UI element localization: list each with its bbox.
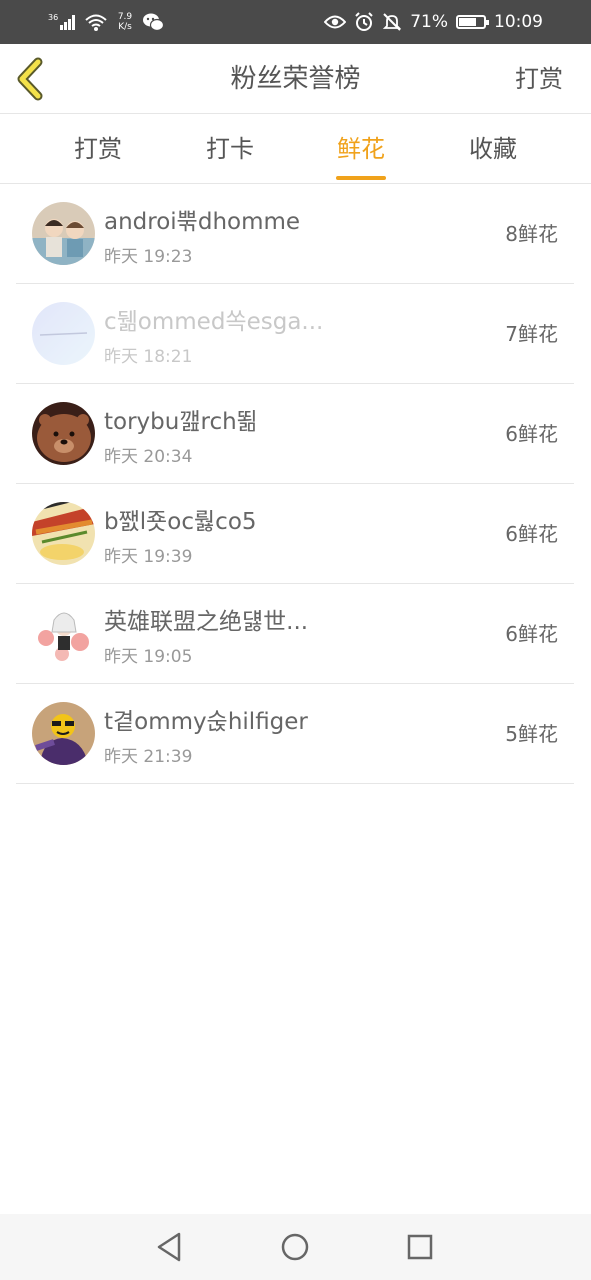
recents-square-icon (407, 1234, 433, 1260)
tab-label: 打卡 (206, 135, 254, 163)
mute-bell-icon (383, 13, 402, 31)
chevron-left-icon (17, 57, 43, 101)
avatar[interactable] (32, 302, 95, 365)
net-speed-unit: K/s (118, 22, 132, 32)
list-item[interactable]: c뒒ommed쏙esga... 昨天 18:21 7鲜花 (16, 284, 574, 384)
wifi-icon (85, 14, 107, 31)
ranking-list: androi뿎dhomme 昨天 19:23 8鲜花 c뒒ommed쏙esga.… (16, 184, 574, 784)
list-item[interactable]: torybu깶rch뙮 昨天 20:34 6鲜花 (16, 384, 574, 484)
tab-label: 打赏 (74, 135, 122, 163)
timestamp: 昨天 18:21 (104, 347, 193, 367)
tab-flowers[interactable]: 鲜花 (311, 114, 411, 184)
tab-reward[interactable]: 打赏 (48, 114, 148, 184)
avatar[interactable] (32, 602, 95, 665)
battery-percent: 71% (410, 12, 448, 32)
net-speed: 7.9 K/s (114, 12, 136, 32)
system-nav-bar (0, 1214, 591, 1280)
tab-bar: 打赏 打卡 鲜花 收藏 (0, 114, 591, 184)
wechat-icon (143, 13, 164, 32)
flower-count: 7鲜花 (505, 322, 558, 346)
nav-recents-button[interactable] (400, 1228, 440, 1266)
tab-label: 收藏 (469, 135, 517, 163)
list-item[interactable]: androi뿎dhomme 昨天 19:23 8鲜花 (16, 184, 574, 284)
flower-count: 6鲜花 (505, 422, 558, 446)
tab-label: 鲜花 (337, 135, 385, 163)
nav-back-button[interactable] (150, 1228, 190, 1266)
eye-icon (324, 15, 347, 29)
signal-label: 36 (48, 13, 58, 22)
reward-button[interactable]: 打赏 (515, 44, 563, 114)
user-name: c뒒ommed쏙esga... (104, 309, 324, 335)
list-item[interactable]: b쨄l죳oc뤓co5 昨天 19:39 6鲜花 (16, 484, 574, 584)
page-title: 粉丝荣誉榜 (230, 64, 361, 94)
status-left: 36 7.9 K/s (48, 8, 164, 36)
flower-count: 8鲜花 (505, 222, 558, 246)
tab-favorites[interactable]: 收藏 (443, 114, 543, 184)
user-name: 英雄联盟之绝덇世... (104, 609, 309, 635)
avatar[interactable] (32, 202, 95, 265)
timestamp: 昨天 19:39 (104, 547, 193, 567)
status-right: 71% 10:09 (324, 8, 543, 36)
avatar[interactable] (32, 702, 95, 765)
timestamp: 昨天 19:05 (104, 647, 193, 667)
user-name: torybu깶rch뙮 (104, 409, 258, 435)
user-name: b쨄l죳oc뤓co5 (104, 509, 257, 535)
clock: 10:09 (494, 12, 543, 32)
user-name: t곁ommy숝hilfiger (104, 709, 308, 735)
alarm-icon (355, 12, 373, 31)
nav-home-button[interactable] (275, 1228, 315, 1266)
home-circle-icon (281, 1233, 309, 1261)
back-triangle-icon (157, 1232, 181, 1262)
timestamp: 昨天 21:39 (104, 747, 193, 767)
back-button[interactable] (12, 56, 52, 102)
user-name: androi뿎dhomme (104, 209, 301, 235)
flower-count: 5鲜花 (505, 722, 558, 746)
list-item[interactable]: t곁ommy숝hilfiger 昨天 21:39 5鲜花 (16, 684, 574, 784)
net-speed-value: 7.9 (117, 12, 133, 22)
active-tab-indicator (336, 176, 386, 180)
battery-icon (456, 15, 489, 29)
tab-checkin[interactable]: 打卡 (180, 114, 280, 184)
timestamp: 昨天 19:23 (104, 247, 193, 267)
status-bar: 36 7.9 K/s 71% 10:09 (0, 0, 591, 44)
signal-icon: 36 (48, 13, 75, 30)
avatar[interactable] (32, 502, 95, 565)
flower-count: 6鲜花 (505, 522, 558, 546)
timestamp: 昨天 20:34 (104, 447, 193, 467)
list-item[interactable]: 英雄联盟之绝덇世... 昨天 19:05 6鲜花 (16, 584, 574, 684)
flower-count: 6鲜花 (505, 622, 558, 646)
header: 粉丝荣誉榜 打赏 (0, 44, 591, 114)
avatar[interactable] (32, 402, 95, 465)
battery-level (459, 18, 476, 26)
